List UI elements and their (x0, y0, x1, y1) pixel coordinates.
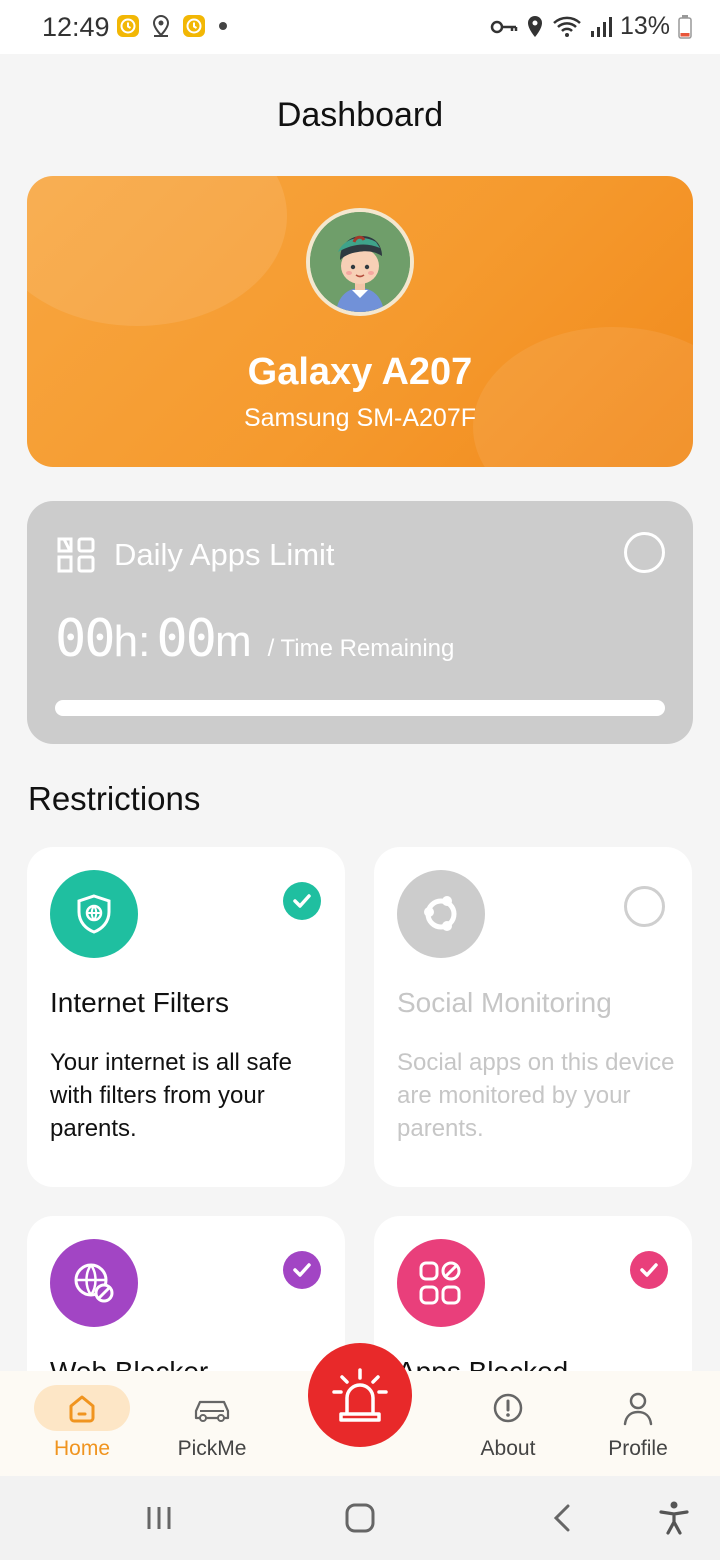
hours-unit: h: (113, 617, 151, 666)
car-icon (194, 1400, 230, 1422)
daily-limit-toggle[interactable] (624, 532, 665, 573)
child-avatar-icon (310, 212, 410, 312)
avatar-image (310, 212, 410, 312)
card-title: Internet Filters (50, 987, 229, 1018)
check-icon (640, 1263, 658, 1277)
minutes-value: 00 (156, 609, 217, 669)
internet-filters-checkbox[interactable] (283, 882, 321, 920)
apps-grid-icon (419, 1261, 461, 1305)
nav-home[interactable]: Home (17, 1371, 147, 1476)
social-monitoring-card[interactable]: Social Monitoring Social apps on this de… (374, 847, 692, 1187)
time-remaining-caption: / Time Remaining (267, 635, 455, 662)
nav-profile[interactable]: Profile (573, 1371, 703, 1476)
wifi-icon (553, 16, 581, 37)
screen: 12:49 13% Dashboard Galaxy A207 Samsung … (0, 0, 720, 1560)
card-description: Your internet is all safe with filters f… (50, 1049, 292, 1142)
web-blocker-icon-badge (50, 1239, 138, 1327)
status-bar: 12:49 13% (0, 0, 720, 54)
back-chevron-icon (553, 1504, 570, 1532)
restrictions-heading: Restrictions (28, 780, 201, 817)
web-blocker-checkbox[interactable] (283, 1251, 321, 1289)
nav-pickme[interactable]: PickMe (147, 1371, 277, 1476)
battery-percent: 13% (619, 12, 670, 40)
social-monitoring-checkbox[interactable] (624, 886, 665, 927)
nav-label: PickMe (177, 1437, 247, 1460)
home-icon-pill (34, 1385, 130, 1431)
apps-blocked-checkbox[interactable] (630, 1251, 668, 1289)
home-system-button[interactable] (340, 1498, 380, 1538)
check-icon (293, 894, 311, 908)
location-icon (527, 15, 542, 37)
hours-value: 00 (55, 609, 116, 669)
daily-apps-limit-card[interactable]: Daily Apps Limit 00 h: 00 m / Time Remai… (27, 501, 693, 744)
time-remaining: 00 h: 00 m / Time Remaining (55, 609, 454, 669)
shield-globe-icon (77, 894, 111, 934)
battery-icon (678, 14, 692, 39)
home-icon (69, 1395, 95, 1423)
nav-label: Profile (608, 1437, 668, 1460)
device-model: Samsung SM-A207F (243, 404, 477, 432)
location-pin-icon (152, 14, 170, 37)
check-icon (293, 1263, 311, 1277)
device-profile-card[interactable]: Galaxy A207 Samsung SM-A207F (27, 176, 693, 467)
nav-label: About (480, 1437, 536, 1460)
system-icons: 13% (490, 12, 692, 41)
key-icon (490, 20, 518, 33)
globe-block-icon (74, 1263, 114, 1303)
card-title: Social Monitoring (397, 987, 612, 1018)
decorative-blob (27, 176, 287, 326)
recents-icon (147, 1507, 171, 1529)
car-icon-wrap (164, 1385, 260, 1431)
person-icon-wrap (590, 1385, 686, 1431)
device-name: Galaxy A207 (247, 351, 473, 393)
social-monitoring-icon-badge (397, 870, 485, 958)
clock-app-icon (117, 15, 139, 37)
share-nodes-icon (424, 896, 457, 931)
internet-filters-card[interactable]: Internet Filters Your internet is all sa… (27, 847, 345, 1187)
daily-apps-limit-title: Daily Apps Limit (114, 537, 335, 572)
recent-apps-button[interactable] (139, 1498, 179, 1538)
nav-label: Home (53, 1437, 111, 1460)
info-icon-wrap (460, 1385, 556, 1431)
clock-app-icon (183, 15, 205, 37)
status-time: 12:49 (42, 12, 110, 42)
page-title: Dashboard (276, 96, 444, 134)
time-progress-bar (55, 700, 665, 716)
siren-icon (332, 1368, 388, 1422)
avatar[interactable] (306, 208, 414, 316)
internet-filter-icon-badge (50, 870, 138, 958)
accessibility-button[interactable] (654, 1498, 694, 1538)
accessibility-icon (659, 1501, 689, 1535)
nav-about[interactable]: About (443, 1371, 573, 1476)
signal-icon (590, 16, 612, 37)
dot-icon (219, 22, 227, 30)
info-icon (493, 1393, 523, 1423)
decorative-blob (473, 327, 693, 467)
apps-blocked-icon-badge (397, 1239, 485, 1327)
home-square-icon (345, 1503, 375, 1533)
card-description: Social apps on this device are monitored… (397, 1049, 675, 1142)
sos-alarm-button[interactable] (308, 1343, 412, 1447)
minutes-unit: m (214, 617, 252, 666)
person-icon (623, 1392, 653, 1426)
apps-limit-icon (57, 537, 95, 573)
notification-icons (116, 14, 230, 38)
back-button[interactable] (542, 1498, 582, 1538)
system-navigation-bar (0, 1476, 720, 1560)
